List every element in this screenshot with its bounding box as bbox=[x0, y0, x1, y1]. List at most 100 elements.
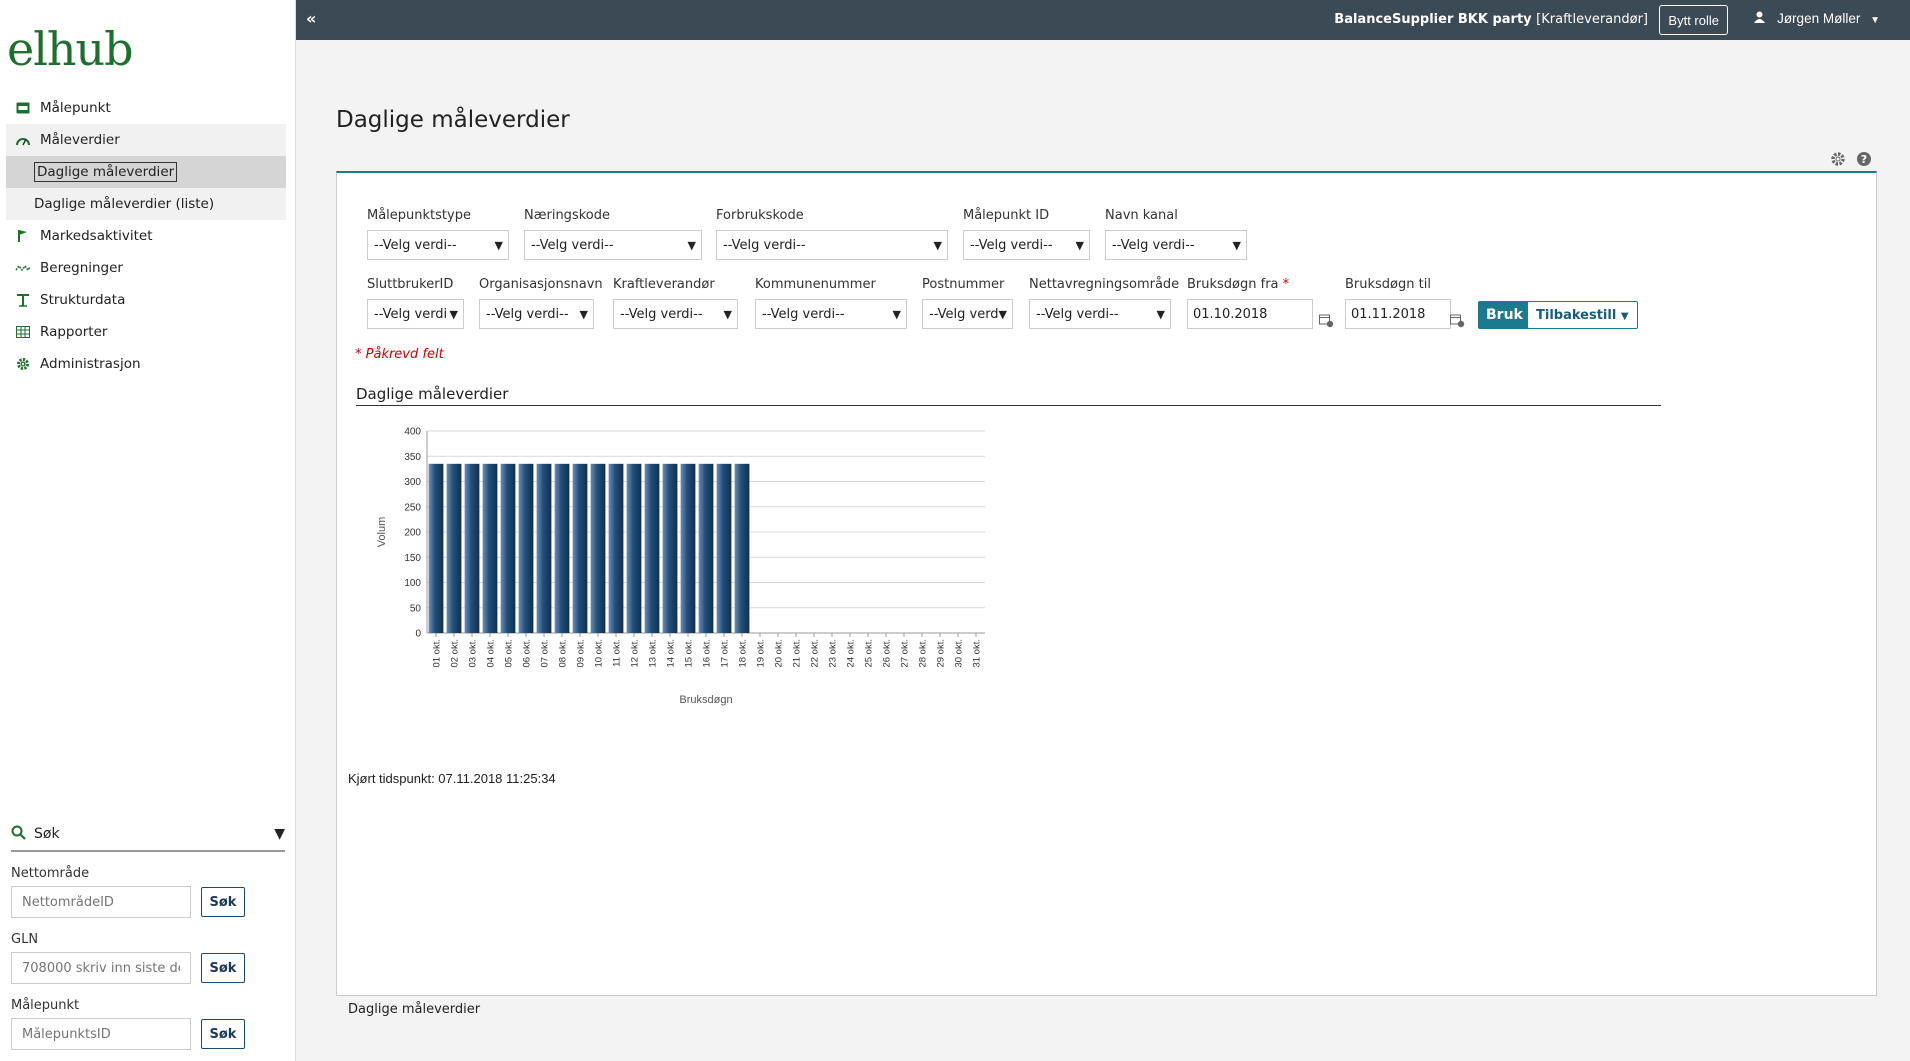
filter-postnummer: Postnummer --Velg verd ▼ bbox=[922, 277, 1013, 329]
sidebar: elhub Målepunkt Måleverdier Daglige måle… bbox=[0, 0, 296, 1061]
sidebar-item-label: Beregninger bbox=[40, 260, 123, 276]
table-icon bbox=[14, 323, 32, 341]
filter-nettavregningsomrade: Nettavregningsområde --Velg verdi-- ▼ bbox=[1029, 277, 1179, 329]
malepunktstype-select[interactable]: --Velg verdi-- ▼ bbox=[367, 230, 509, 260]
x-tick-label: 05 okt. bbox=[504, 639, 515, 668]
user-name: Jørgen Møller bbox=[1777, 11, 1861, 26]
sidebar-item-label: Målepunkt bbox=[40, 100, 111, 116]
x-tick-label: 01 okt. bbox=[432, 639, 443, 668]
chart-bar bbox=[698, 463, 714, 633]
forbrukskode-select[interactable]: --Velg verdi-- ▼ bbox=[716, 230, 948, 260]
user-icon bbox=[1754, 11, 1769, 26]
malepunkt-search-button[interactable]: Søk bbox=[201, 1019, 245, 1049]
sidebar-item-malepunkt[interactable]: Målepunkt bbox=[6, 92, 286, 124]
chevron-down-icon[interactable]: ▼ bbox=[274, 826, 285, 842]
sidebar-item-markedsaktivitet[interactable]: Markedsaktivitet bbox=[6, 220, 286, 252]
footer-caption: Daglige måleverdier bbox=[348, 1002, 481, 1017]
postnummer-select[interactable]: --Velg verd ▼ bbox=[922, 299, 1013, 329]
naeringskode-select[interactable]: --Velg verdi-- ▼ bbox=[524, 230, 702, 260]
collapse-sidebar-icon[interactable]: « bbox=[306, 9, 316, 28]
x-tick-label: 25 okt. bbox=[864, 639, 875, 668]
flag-icon bbox=[14, 227, 32, 245]
settings-icon[interactable] bbox=[1830, 151, 1846, 171]
nettavregningsomrade-select[interactable]: --Velg verdi-- ▼ bbox=[1029, 299, 1171, 329]
x-tick-label: 20 okt. bbox=[774, 639, 785, 668]
sidebar-item-maleverdier[interactable]: Måleverdier bbox=[6, 124, 286, 156]
filter-label: Kraftleverandør bbox=[613, 277, 715, 292]
chevron-down-icon: ▼ bbox=[933, 239, 942, 252]
malepunkt-id-select[interactable]: --Velg verdi-- ▼ bbox=[963, 230, 1090, 260]
sluttbrukerid-select[interactable]: --Velg verdi ▼ bbox=[367, 299, 464, 329]
x-tick-label: 26 okt. bbox=[882, 639, 893, 668]
apply-button[interactable]: Bruk bbox=[1478, 301, 1531, 329]
filter-label: SluttbrukerID bbox=[367, 277, 454, 292]
chart-bar bbox=[554, 463, 570, 633]
x-tick-label: 17 okt. bbox=[720, 639, 731, 668]
page-tools: ? bbox=[1830, 151, 1872, 171]
filter-bruksdogn-fra: Bruksdøgn fra * 01.10.2018 bbox=[1187, 277, 1313, 329]
x-tick-label: 23 okt. bbox=[828, 639, 839, 668]
elhub-logo[interactable]: elhub bbox=[7, 22, 134, 76]
y-tick-label: 100 bbox=[404, 578, 421, 589]
chevron-down-icon: ▼ bbox=[579, 308, 588, 321]
filter-label: Målepunktstype bbox=[367, 208, 471, 223]
sidebar-subitem-daglige-maleverdier-liste[interactable]: Daglige måleverdier (liste) bbox=[6, 188, 286, 220]
switch-role-button[interactable]: Bytt rolle bbox=[1659, 5, 1728, 35]
chart-bar bbox=[428, 463, 444, 633]
sidebar-item-rapporter[interactable]: Rapporter bbox=[6, 316, 286, 348]
user-menu[interactable]: Jørgen Møller ▼ bbox=[1754, 11, 1880, 26]
chevron-down-icon: ▼ bbox=[1870, 15, 1880, 26]
y-tick-label: 150 bbox=[404, 553, 421, 564]
gln-label: GLN bbox=[11, 932, 39, 947]
gauge-icon bbox=[14, 131, 32, 149]
chevron-down-icon: ▼ bbox=[1620, 310, 1629, 322]
malepunkt-input[interactable] bbox=[11, 1018, 191, 1050]
filter-navn-kanal: Navn kanal --Velg verdi-- ▼ bbox=[1105, 208, 1247, 260]
kraftleverandor-select[interactable]: --Velg verdi-- ▼ bbox=[613, 299, 738, 329]
sidebar-item-beregninger[interactable]: Beregninger bbox=[6, 252, 286, 284]
gln-search-button[interactable]: Søk bbox=[201, 953, 245, 983]
filter-label: Organisasjonsnavn bbox=[479, 277, 603, 292]
meter-icon bbox=[14, 99, 32, 117]
x-tick-label: 22 okt. bbox=[810, 639, 821, 668]
x-tick-label: 11 okt. bbox=[612, 639, 623, 667]
search-group-nettomrade: Nettområde Søk bbox=[11, 866, 285, 918]
x-tick-label: 02 okt. bbox=[450, 639, 461, 668]
kommunenummer-select[interactable]: --Velg verdi-- ▼ bbox=[755, 299, 907, 329]
search-icon bbox=[11, 825, 26, 844]
help-icon[interactable]: ? bbox=[1856, 151, 1872, 171]
filter-label: Næringskode bbox=[524, 208, 610, 223]
nettomrade-search-button[interactable]: Søk bbox=[201, 887, 245, 917]
sidebar-subitem-label: Daglige måleverdier (liste) bbox=[34, 196, 215, 212]
navn-kanal-select[interactable]: --Velg verdi-- ▼ bbox=[1105, 230, 1247, 260]
y-tick-label: 350 bbox=[404, 452, 421, 463]
reset-button[interactable]: Tilbakestill ▼ bbox=[1527, 301, 1638, 329]
y-tick-label: 200 bbox=[404, 528, 421, 539]
y-tick-label: 0 bbox=[415, 629, 421, 640]
sidebar-item-administrasjon[interactable]: Administrasjon bbox=[6, 348, 286, 380]
x-tick-label: 04 okt. bbox=[486, 639, 497, 668]
bruksdogn-fra-input[interactable]: 01.10.2018 bbox=[1187, 299, 1313, 329]
chart-bar bbox=[626, 463, 642, 633]
x-axis-label: Bruksdøgn bbox=[679, 694, 732, 706]
calendar-icon[interactable] bbox=[1319, 313, 1335, 329]
filter-sluttbrukerid: SluttbrukerID --Velg verdi ▼ bbox=[367, 277, 464, 329]
daily-values-chart: 0 50 100 150 200 250 300 350 400 01 okt. 02 okt. 03… bbox=[376, 427, 985, 706]
page-title: Daglige måleverdier bbox=[336, 107, 570, 133]
chart-heading: Daglige måleverdier bbox=[356, 385, 1661, 406]
sidebar-item-label: Rapporter bbox=[40, 324, 108, 340]
report-panel: Målepunktstype --Velg verdi-- ▼ Næringsko… bbox=[336, 171, 1877, 996]
nettomrade-label: Nettområde bbox=[11, 866, 90, 881]
gln-input[interactable] bbox=[11, 952, 191, 984]
x-tick-label: 28 okt. bbox=[918, 639, 929, 668]
chevron-down-icon: ▼ bbox=[449, 308, 458, 321]
sidebar-item-strukturdata[interactable]: Strukturdata bbox=[6, 284, 286, 316]
bruksdogn-til-input[interactable]: 01.11.2018 bbox=[1345, 299, 1451, 329]
sidebar-subitem-daglige-maleverdier[interactable]: Daglige måleverdier bbox=[6, 156, 286, 188]
calendar-icon[interactable] bbox=[1450, 313, 1466, 329]
run-timestamp: Kjørt tidspunkt: 07.11.2018 11:25:34 bbox=[348, 771, 556, 786]
organisasjonsnavn-select[interactable]: --Velg verdi-- ▼ bbox=[479, 299, 594, 329]
search-panel-header[interactable]: Søk ▼ bbox=[11, 818, 285, 852]
chevron-down-icon: ▼ bbox=[687, 239, 696, 252]
nettomrade-input[interactable] bbox=[11, 886, 191, 918]
